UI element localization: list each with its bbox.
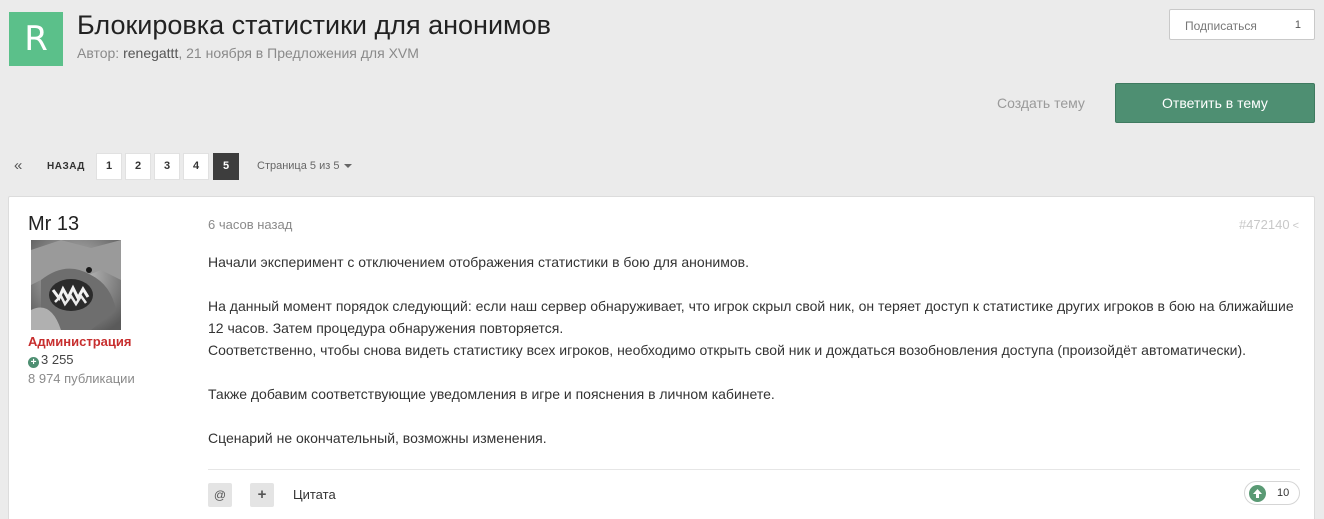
page-info-label: Страница 5 из 5 [257,160,340,172]
caret-down-icon [344,164,353,169]
topic-icon: R [9,12,63,66]
topic-meta: , 21 ноября в Предложения для XVM [178,45,419,61]
post-paragraph: На данный момент порядок следующий: если… [208,298,1294,336]
page-1[interactable]: 1 [96,153,122,180]
post-paragraph: Сценарий не окончательный, возможны изме… [208,430,547,446]
mention-button[interactable]: @ [208,483,232,507]
page-2[interactable]: 2 [125,153,151,180]
create-topic-link[interactable]: Создать тему [997,95,1085,111]
topic-byline: Автор: renegattt, 21 ноября в Предложени… [77,45,419,61]
post-timestamp[interactable]: 6 часов назад [208,217,292,232]
multiquote-button[interactable]: + [250,483,274,507]
user-reputation: +3 255 [28,352,74,368]
user-publications: 8 974 публикации [28,371,135,386]
author-link[interactable]: renegattt [123,45,178,61]
reputation-value: 3 255 [41,352,74,367]
subscribe-button[interactable]: Подписаться 1 [1169,9,1315,40]
share-icon: < [1292,220,1299,232]
post-number: #472140 [1238,217,1290,232]
pagination-back[interactable]: НАЗАД [47,161,85,172]
post-content: Начали эксперимент с отключением отображ… [208,251,1303,449]
post-author-name[interactable]: Mr 13 [28,213,79,236]
post: Mr 13 Администрация +3 255 8 974 публика… [8,196,1315,519]
reply-button[interactable]: Ответить в тему [1115,83,1315,123]
user-avatar-wolf[interactable] [31,240,121,330]
page-3[interactable]: 3 [154,153,180,180]
page-title: Блокировка статистики для анонимов [77,10,551,40]
user-role: Администрация [28,334,132,349]
page-jump-dropdown[interactable]: Страница 5 из 5 [257,160,353,172]
reputation-like-button[interactable]: 10 [1244,481,1300,505]
like-count: 10 [1277,487,1290,499]
post-paragraph: Также добавим соответствующие уведомлени… [208,386,775,402]
page-4[interactable]: 4 [183,153,209,180]
double-chevron-left-icon[interactable]: « [14,157,22,174]
post-paragraph: Соответственно, чтобы снова видеть стати… [208,342,1247,358]
author-prefix: Автор: [77,45,124,61]
post-footer: @ + Цитата 10 [208,469,1300,519]
arrow-up-icon [1249,485,1266,502]
quote-button[interactable]: Цитата [293,487,336,502]
page-5-current[interactable]: 5 [213,153,239,180]
plus-circle-icon: + [28,357,39,368]
post-number-link[interactable]: #472140 < [1239,217,1299,232]
subscribe-label: Подписаться [1185,19,1257,33]
subscribe-count: 1 [1294,19,1301,31]
post-paragraph: Начали эксперимент с отключением отображ… [208,254,749,270]
